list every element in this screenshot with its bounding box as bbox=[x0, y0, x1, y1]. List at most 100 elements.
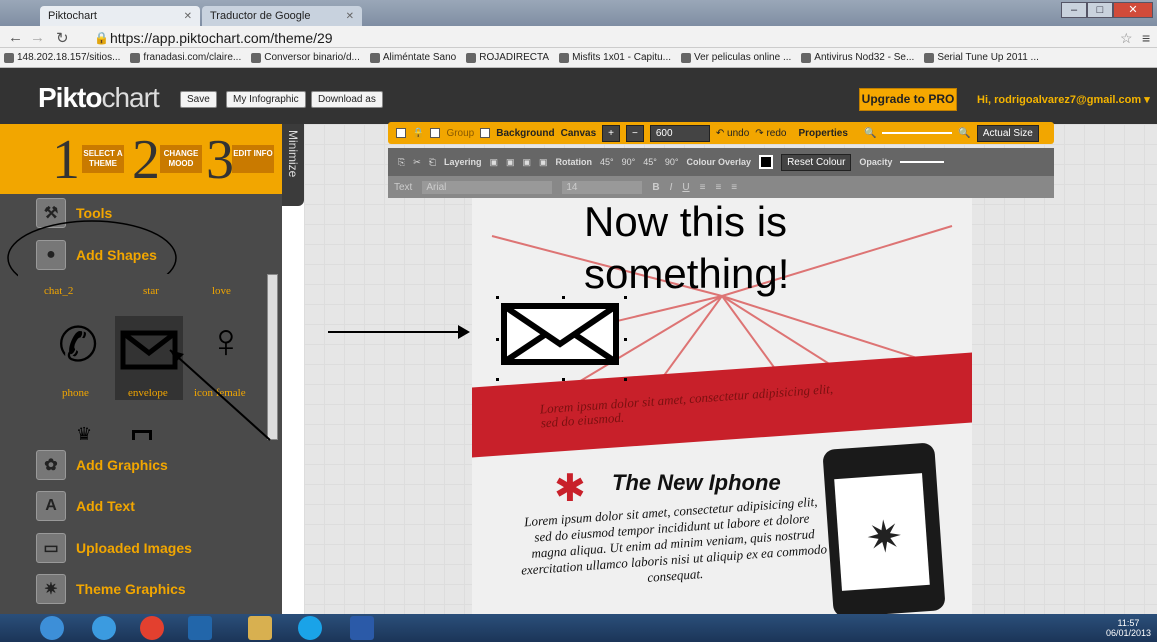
background-checkbox[interactable] bbox=[480, 128, 491, 138]
upgrade-pro-button[interactable]: Upgrade to PRO bbox=[859, 88, 957, 111]
group-label: Group bbox=[446, 127, 475, 139]
section-title[interactable]: The New Iphone bbox=[612, 470, 781, 496]
send-back-icon[interactable]: ▣ bbox=[539, 157, 548, 168]
bookmark-item[interactable]: Serial Tune Up 2011 ... bbox=[924, 52, 1039, 63]
bookmark-item[interactable]: Misfits 1x01 - Capitu... bbox=[559, 52, 671, 63]
bring-forward-icon[interactable]: ▣ bbox=[489, 157, 498, 168]
canvas-minus-button[interactable]: − bbox=[626, 124, 644, 142]
align-right-icon[interactable]: ≡ bbox=[731, 182, 737, 193]
chrome-icon[interactable] bbox=[140, 616, 164, 640]
rotate-button[interactable]: 90° bbox=[665, 157, 679, 167]
image-icon: ▭ bbox=[36, 533, 66, 563]
copy-icon[interactable]: ⎘ bbox=[398, 157, 405, 168]
background-label: Background bbox=[496, 127, 555, 139]
text-toolbar: Text Arial 14 BIU ≡ ≡ ≡ bbox=[388, 176, 1054, 198]
ie-icon[interactable] bbox=[92, 616, 116, 640]
undo-button[interactable]: ↶ undo bbox=[716, 128, 749, 139]
actual-size-button[interactable]: Actual Size bbox=[976, 124, 1039, 142]
phone-shape[interactable]: ✆ bbox=[58, 322, 98, 370]
word-icon[interactable] bbox=[350, 616, 374, 640]
bookmark-item[interactable]: Aliméntate Sano bbox=[369, 52, 456, 63]
theme-icon: ✷ bbox=[36, 574, 66, 604]
user-menu[interactable]: Hi, rodrigoalvarez7@gmail.com ▾ bbox=[977, 93, 1150, 106]
maximize-window-icon[interactable]: □ bbox=[1087, 2, 1113, 18]
close-icon[interactable]: ✕ bbox=[346, 11, 354, 22]
minimize-window-icon[interactable]: – bbox=[1061, 2, 1087, 18]
start-icon[interactable] bbox=[40, 616, 64, 640]
selected-envelope[interactable] bbox=[496, 296, 630, 382]
tab-label: Traductor de Google bbox=[210, 10, 311, 22]
colour-swatch[interactable] bbox=[759, 155, 774, 169]
properties-button[interactable]: Properties bbox=[798, 128, 847, 139]
group-checkbox[interactable] bbox=[430, 128, 441, 138]
align-left-icon[interactable]: ≡ bbox=[700, 182, 706, 193]
taskbar bbox=[0, 614, 1157, 642]
add-graphics-section[interactable]: ✿ Add Graphics bbox=[36, 450, 286, 480]
underline-button[interactable]: U bbox=[682, 182, 689, 193]
bookmark-item[interactable]: Ver peliculas online ... bbox=[681, 52, 791, 63]
top-toolbar: 🔒 Group Background Canvas + − 600 ↶ undo … bbox=[388, 122, 1054, 144]
star-bookmark-icon[interactable]: ☆ bbox=[1120, 30, 1133, 47]
bold-button[interactable]: B bbox=[652, 182, 659, 193]
bookmark-item[interactable]: ROJADIRECTA bbox=[466, 52, 549, 63]
explorer-icon[interactable] bbox=[248, 616, 272, 640]
rotate-button[interactable]: 45° bbox=[600, 157, 614, 167]
colour-overlay-label: Colour Overlay bbox=[686, 157, 752, 167]
bookmark-item[interactable]: Conversor binario/d... bbox=[251, 52, 360, 63]
reset-colour-button[interactable]: Reset Colour bbox=[781, 153, 852, 171]
step-select-theme[interactable]: SELECT A THEME bbox=[82, 145, 124, 173]
bookmark-item[interactable]: 148.202.18.157/sitios... bbox=[4, 52, 120, 63]
menu-icon[interactable]: ≡ bbox=[1142, 30, 1150, 46]
zoom-out-icon[interactable]: 🔍 bbox=[864, 128, 876, 139]
cut-icon[interactable]: ✂ bbox=[413, 157, 421, 168]
font-size-select[interactable]: 14 bbox=[562, 180, 643, 194]
canvas-size-select[interactable]: 600 bbox=[649, 124, 710, 142]
bring-front-icon[interactable]: ▣ bbox=[506, 157, 515, 168]
bookmark-item[interactable]: Antivirus Nod32 - Se... bbox=[801, 52, 914, 63]
tab-piktochart[interactable]: Piktochart ✕ bbox=[40, 6, 200, 26]
crown-shape[interactable]: ♛ bbox=[76, 424, 92, 445]
align-center-icon[interactable]: ≡ bbox=[715, 182, 721, 193]
bookmark-item[interactable]: franadasi.com/claire... bbox=[130, 52, 241, 63]
system-clock[interactable]: 11:57 06/01/2013 bbox=[1106, 618, 1151, 638]
italic-button[interactable]: I bbox=[670, 182, 673, 193]
frame-shape[interactable] bbox=[132, 430, 152, 440]
redo-button[interactable]: ↷ redo bbox=[755, 128, 786, 139]
zoom-slider[interactable] bbox=[882, 132, 953, 134]
paste-icon[interactable]: ⎗ bbox=[429, 157, 436, 168]
reload-icon[interactable]: ↻ bbox=[56, 29, 69, 47]
add-text-section[interactable]: A Add Text bbox=[36, 491, 286, 521]
canvas-plus-button[interactable]: + bbox=[602, 124, 621, 142]
opacity-slider[interactable] bbox=[900, 161, 945, 163]
font-select[interactable]: Arial bbox=[422, 180, 553, 194]
close-icon[interactable]: ✕ bbox=[184, 11, 192, 22]
annotation-line bbox=[328, 331, 464, 333]
close-window-icon[interactable]: ✕ bbox=[1113, 2, 1153, 18]
step-edit-info[interactable]: EDIT INFO bbox=[232, 145, 274, 173]
graphics-icon: ✿ bbox=[36, 450, 66, 480]
download-button[interactable]: Download as bbox=[311, 91, 383, 108]
step-change-mood[interactable]: CHANGE MOOD bbox=[160, 145, 202, 173]
tab-translate[interactable]: Traductor de Google ✕ bbox=[202, 6, 362, 26]
outlook-icon[interactable] bbox=[188, 616, 212, 640]
text-icon: A bbox=[36, 491, 66, 521]
theme-graphics-section[interactable]: ✷ Theme Graphics bbox=[36, 574, 286, 604]
send-backward-icon[interactable]: ▣ bbox=[523, 157, 532, 168]
star-badge-icon: ✷ bbox=[864, 511, 905, 564]
back-icon[interactable]: ← bbox=[8, 29, 23, 46]
zoom-in-icon[interactable]: 🔍 bbox=[958, 128, 970, 139]
rotate-button[interactable]: 90° bbox=[622, 157, 636, 167]
skype-icon[interactable] bbox=[298, 616, 322, 640]
forward-icon[interactable]: → bbox=[30, 29, 45, 46]
select-checkbox[interactable] bbox=[396, 128, 406, 138]
uploaded-images-section[interactable]: ▭ Uploaded Images bbox=[36, 533, 286, 563]
my-infographic-button[interactable]: My Infographic bbox=[226, 91, 306, 108]
minimize-panel[interactable]: Minimize bbox=[282, 124, 304, 206]
step-number: 1 bbox=[52, 129, 80, 191]
rotate-button[interactable]: 45° bbox=[643, 157, 657, 167]
lock-icon[interactable]: 🔒 bbox=[412, 128, 424, 139]
save-button[interactable]: Save bbox=[180, 91, 217, 108]
address-bar[interactable]: https://app.piktochart.com/theme/29 bbox=[110, 30, 1110, 46]
headline[interactable]: Now this is something! bbox=[584, 196, 884, 300]
annotation-arrow bbox=[169, 349, 271, 441]
